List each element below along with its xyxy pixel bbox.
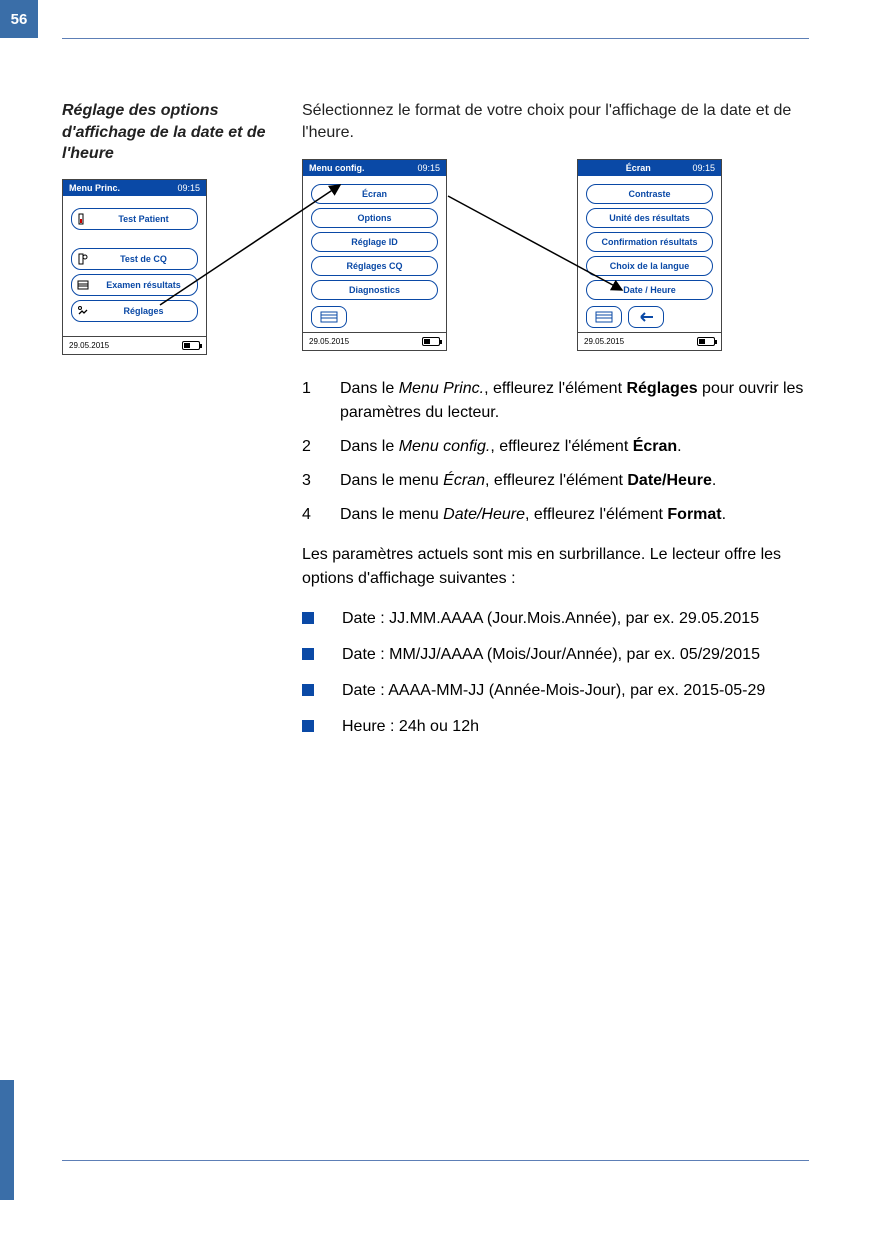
square-bullet-icon [302, 612, 314, 624]
back-button[interactable] [628, 306, 664, 328]
device-footer: 29.05.2015 [63, 336, 206, 354]
bottom-rule [62, 1160, 809, 1161]
list-button[interactable] [311, 306, 347, 328]
device-footer: 29.05.2015 [578, 332, 721, 350]
menu-item-label: Confirmation résultats [601, 237, 697, 247]
menu-item-diagnostics[interactable]: Diagnostics [311, 280, 438, 300]
menu-item-settings[interactable]: Réglages [71, 300, 198, 322]
step-text: Dans le Menu config., effleurez l'élémen… [340, 435, 809, 459]
back-arrow-icon [637, 311, 655, 323]
device-header: Écran 09:15 [578, 160, 721, 176]
menu-item-test-patient[interactable]: Test Patient [71, 208, 198, 230]
menu-item-label: Test de CQ [94, 254, 193, 264]
menu-item-examine-results[interactable]: Examen résultats [71, 274, 198, 296]
list-icon [595, 311, 613, 323]
battery-icon [697, 337, 715, 346]
menu-item-label: Réglages [94, 306, 193, 316]
device-date: 29.05.2015 [69, 341, 109, 350]
menu-item-label: Diagnostics [349, 285, 400, 295]
menu-item-ecran[interactable]: Écran [311, 184, 438, 204]
side-strip [0, 1080, 14, 1200]
step-number: 3 [302, 469, 312, 493]
step-text: Dans le Menu Princ., effleurez l'élément… [340, 377, 809, 425]
menu-item-reglage-id[interactable]: Réglage ID [311, 232, 438, 252]
step-number: 1 [302, 377, 312, 425]
test-patient-icon [76, 213, 90, 225]
menu-item-label: Choix de la langue [610, 261, 690, 271]
device-title: Écran [584, 163, 692, 173]
bullet-text: Date : MM/JJ/AAAA (Mois/Jour/Année), par… [342, 643, 809, 667]
settings-icon [76, 305, 90, 317]
device-header: Menu Princ. 09:15 [63, 180, 206, 196]
steps-list: 1 Dans le Menu Princ., effleurez l'éléme… [302, 377, 809, 527]
menu-item-label: Date / Heure [623, 285, 676, 295]
bullet-item: Date : JJ.MM.AAAA (Jour.Mois.Année), par… [302, 607, 809, 631]
bullet-text: Date : AAAA-MM-JJ (Année-Mois-Jour), par… [342, 679, 809, 703]
menu-item-options[interactable]: Options [311, 208, 438, 228]
step-text: Dans le menu Écran, effleurez l'élément … [340, 469, 809, 493]
menu-item-label: Examen résultats [94, 280, 193, 290]
menu-item-choix-langue[interactable]: Choix de la langue [586, 256, 713, 276]
bullet-text: Date : JJ.MM.AAAA (Jour.Mois.Année), par… [342, 607, 809, 631]
device-screen-ecran-menu: Écran 09:15 Contraste Unité des résultat… [577, 159, 722, 351]
battery-icon [182, 341, 200, 350]
square-bullet-icon [302, 684, 314, 696]
menu-item-label: Écran [362, 189, 387, 199]
device-header: Menu config. 09:15 [303, 160, 446, 176]
menu-item-label: Réglages CQ [346, 261, 402, 271]
menu-item-label: Options [358, 213, 392, 223]
device-date: 29.05.2015 [584, 337, 624, 346]
menu-item-label: Unité des résultats [609, 213, 690, 223]
bullet-item: Date : MM/JJ/AAAA (Mois/Jour/Année), par… [302, 643, 809, 667]
square-bullet-icon [302, 648, 314, 660]
square-bullet-icon [302, 720, 314, 732]
step-text: Dans le menu Date/Heure, effleurez l'élé… [340, 503, 809, 527]
list-icon [320, 311, 338, 323]
menu-item-confirmation-resultats[interactable]: Confirmation résultats [586, 232, 713, 252]
intro-text: Sélectionnez le format de votre choix po… [302, 100, 809, 145]
list-button[interactable] [586, 306, 622, 328]
device-title: Menu config. [309, 163, 417, 173]
device-date: 29.05.2015 [309, 337, 349, 346]
menu-item-label: Test Patient [94, 214, 193, 224]
device-screen-config-menu: Menu config. 09:15 Écran Options Réglage… [302, 159, 447, 351]
bullet-item: Heure : 24h ou 12h [302, 715, 809, 739]
step-number: 4 [302, 503, 312, 527]
bullet-item: Date : AAAA-MM-JJ (Année-Mois-Jour), par… [302, 679, 809, 703]
device-time: 09:15 [177, 183, 200, 193]
menu-item-contraste[interactable]: Contraste [586, 184, 713, 204]
device-screen-main-menu: Menu Princ. 09:15 Test Patient [62, 179, 207, 355]
test-cq-icon [76, 253, 90, 265]
device-footer: 29.05.2015 [303, 332, 446, 350]
menu-item-label: Réglage ID [351, 237, 398, 247]
device-time: 09:15 [692, 163, 715, 173]
menu-item-unite-resultats[interactable]: Unité des résultats [586, 208, 713, 228]
step-number: 2 [302, 435, 312, 459]
device-time: 09:15 [417, 163, 440, 173]
step-1: 1 Dans le Menu Princ., effleurez l'éléme… [302, 377, 809, 425]
step-2: 2 Dans le Menu config., effleurez l'élém… [302, 435, 809, 459]
bullet-list: Date : JJ.MM.AAAA (Jour.Mois.Année), par… [302, 607, 809, 739]
menu-item-reglages-cq[interactable]: Réglages CQ [311, 256, 438, 276]
step-3: 3 Dans le menu Écran, effleurez l'élémen… [302, 469, 809, 493]
device-title: Menu Princ. [69, 183, 177, 193]
step-4: 4 Dans le menu Date/Heure, effleurez l'é… [302, 503, 809, 527]
paragraph: Les paramètres actuels sont mis en surbr… [302, 543, 809, 591]
bullet-text: Heure : 24h ou 12h [342, 715, 809, 739]
menu-item-date-heure[interactable]: Date / Heure [586, 280, 713, 300]
menu-item-test-cq[interactable]: Test de CQ [71, 248, 198, 270]
menu-item-label: Contraste [628, 189, 670, 199]
results-icon [76, 279, 90, 291]
battery-icon [422, 337, 440, 346]
section-title: Réglage des options d'affichage de la da… [62, 100, 272, 165]
